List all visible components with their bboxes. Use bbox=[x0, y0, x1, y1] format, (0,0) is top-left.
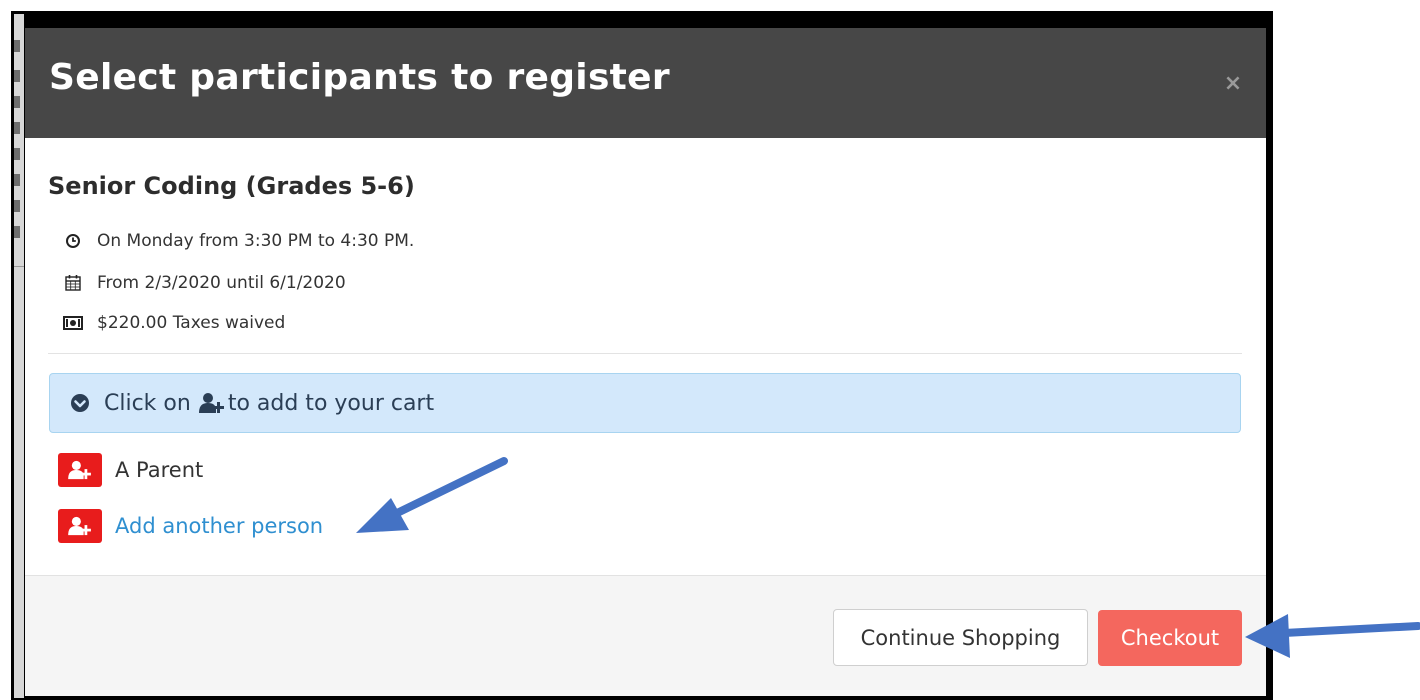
calendar-icon bbox=[62, 273, 84, 293]
user-plus-icon bbox=[198, 393, 224, 413]
divider bbox=[48, 353, 1242, 354]
modal-footer: Continue Shopping Checkout bbox=[25, 575, 1266, 696]
modal-title: Select participants to register bbox=[49, 57, 670, 98]
price-detail: $220.00 Taxes waived bbox=[62, 311, 285, 335]
date-range-text: From 2/3/2020 until 6/1/2020 bbox=[97, 273, 346, 293]
program-name: Senior Coding (Grades 5-6) bbox=[48, 172, 415, 200]
price-text: $220.00 Taxes waived bbox=[97, 313, 286, 333]
info-suffix-text: to add to your cart bbox=[227, 390, 435, 416]
close-icon[interactable]: × bbox=[1221, 72, 1245, 96]
register-modal: Select participants to register × Senior… bbox=[25, 28, 1266, 696]
clock-icon bbox=[62, 231, 84, 251]
participant-row-parent: A Parent bbox=[58, 453, 203, 487]
background-page-strip bbox=[14, 14, 24, 698]
user-plus-icon bbox=[68, 460, 91, 480]
schedule-detail: On Monday from 3:30 PM to 4:30 PM. bbox=[62, 229, 414, 253]
participant-row-add-another: Add another person bbox=[58, 509, 323, 543]
date-range-detail: From 2/3/2020 until 6/1/2020 bbox=[62, 271, 346, 295]
continue-shopping-button[interactable]: Continue Shopping bbox=[833, 609, 1088, 666]
money-icon bbox=[62, 313, 84, 333]
schedule-text: On Monday from 3:30 PM to 4:30 PM. bbox=[97, 231, 415, 251]
user-plus-icon bbox=[68, 516, 91, 536]
checkout-button[interactable]: Checkout bbox=[1098, 610, 1242, 666]
add-another-person-button[interactable] bbox=[58, 509, 102, 543]
info-prefix-text: Click on bbox=[104, 390, 191, 416]
add-another-person-link[interactable]: Add another person bbox=[115, 514, 323, 538]
modal-header: Select participants to register × bbox=[25, 28, 1266, 138]
info-alert: Click on to add to your cart bbox=[49, 373, 1241, 433]
participant-name: A Parent bbox=[115, 458, 204, 482]
add-participant-button[interactable] bbox=[58, 453, 102, 487]
arrow-circle-down-icon bbox=[71, 394, 89, 412]
